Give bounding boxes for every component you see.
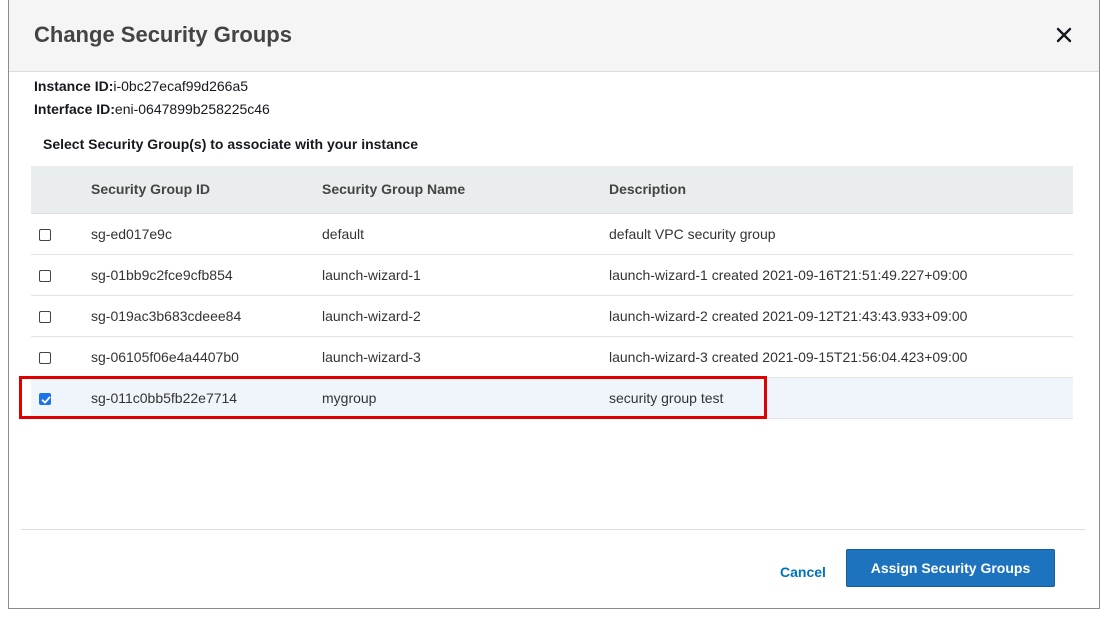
close-icon[interactable]: [1049, 20, 1079, 50]
security-group-name: mygroup: [322, 377, 609, 419]
table-row[interactable]: sg-01bb9c2fce9cfb854 launch-wizard-1 lau…: [31, 254, 1073, 296]
security-group-name: default: [322, 213, 609, 255]
interface-id-line: Interface ID:eni-0647899b258225c46: [34, 101, 270, 117]
security-group-id: sg-011c0bb5fb22e7714: [91, 377, 322, 419]
row-checkbox-checked[interactable]: [39, 392, 51, 405]
security-group-description: launch-wizard-2 created 2021-09-12T21:43…: [609, 295, 1073, 337]
row-checkbox[interactable]: [39, 228, 51, 241]
cancel-button[interactable]: Cancel: [780, 564, 826, 580]
security-group-name: launch-wizard-3: [322, 336, 609, 378]
interface-id-label: Interface ID:: [34, 101, 115, 117]
security-group-description: default VPC security group: [609, 213, 1073, 255]
table-row[interactable]: sg-ed017e9c default default VPC security…: [31, 213, 1073, 255]
header-security-group-id[interactable]: Security Group ID: [91, 166, 322, 214]
table-row-selected[interactable]: sg-011c0bb5fb22e7714 mygroup security gr…: [31, 377, 1073, 419]
row-checkbox[interactable]: [39, 269, 51, 282]
row-checkbox-cell: [31, 295, 91, 337]
instance-id-value: i-0bc27ecaf99d266a5: [113, 78, 249, 94]
dialog-title: Change Security Groups: [34, 22, 292, 47]
security-group-id: sg-06105f06e4a4407b0: [91, 336, 322, 378]
row-checkbox[interactable]: [39, 310, 51, 323]
dialog-header: Change Security Groups: [9, 0, 1099, 72]
assign-security-groups-button[interactable]: Assign Security Groups: [846, 549, 1055, 587]
security-group-description: launch-wizard-1 created 2021-09-16T21:51…: [609, 254, 1073, 296]
row-checkbox[interactable]: [39, 351, 51, 364]
table-row[interactable]: sg-06105f06e4a4407b0 launch-wizard-3 lau…: [31, 336, 1073, 378]
security-group-id: sg-01bb9c2fce9cfb854: [91, 254, 322, 296]
table-header-row: Security Group ID Security Group Name De…: [31, 166, 1073, 214]
security-group-name: launch-wizard-1: [322, 254, 609, 296]
row-checkbox-cell: [31, 254, 91, 296]
header-description[interactable]: Description: [609, 166, 1073, 214]
security-group-id: sg-ed017e9c: [91, 213, 322, 255]
security-group-name: launch-wizard-2: [322, 295, 609, 337]
select-prompt: Select Security Group(s) to associate wi…: [43, 136, 418, 152]
security-groups-table: Security Group ID Security Group Name De…: [31, 166, 1073, 419]
security-group-description: security group test: [609, 377, 1073, 419]
checkmark-icon: [41, 396, 51, 404]
table-row[interactable]: sg-019ac3b683cdeee84 launch-wizard-2 lau…: [31, 295, 1073, 337]
row-checkbox-cell: [31, 336, 91, 378]
row-checkbox-cell: [31, 377, 91, 419]
header-checkbox-column: [31, 166, 91, 214]
row-checkbox-cell: [31, 213, 91, 255]
instance-id-label: Instance ID:: [34, 78, 114, 94]
footer-divider: [21, 529, 1085, 530]
change-security-groups-dialog: Change Security Groups Instance ID:i-0bc…: [8, 0, 1100, 609]
instance-id-line: Instance ID:i-0bc27ecaf99d266a5: [34, 78, 248, 94]
header-security-group-name[interactable]: Security Group Name: [322, 166, 609, 214]
interface-id-value: eni-0647899b258225c46: [114, 101, 270, 117]
close-icon-glyph: [1056, 27, 1072, 43]
security-group-id: sg-019ac3b683cdeee84: [91, 295, 322, 337]
security-group-description: launch-wizard-3 created 2021-09-15T21:56…: [609, 336, 1073, 378]
